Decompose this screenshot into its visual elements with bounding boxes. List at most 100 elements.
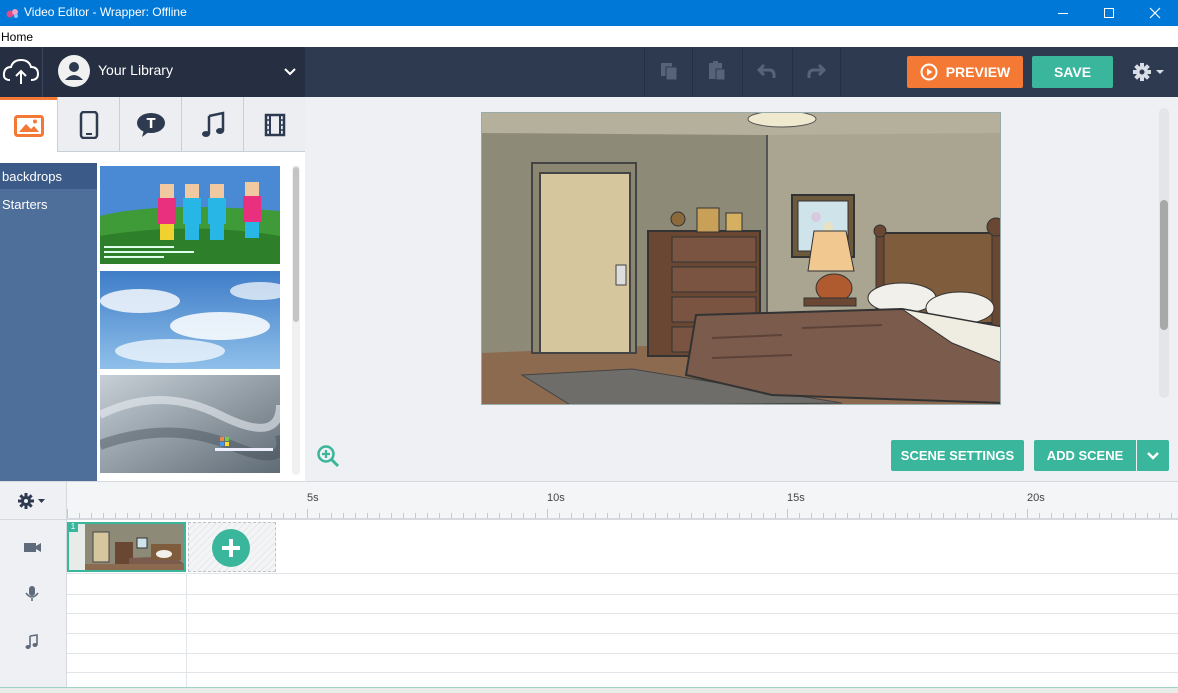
scene-thumbnail[interactable] [67,522,186,572]
ruler-tick [583,513,584,518]
timeline-ruler[interactable] [0,481,1178,520]
ruler-tick [775,513,776,518]
menu-bar: Home [0,26,1178,47]
ruler-tick [1051,513,1052,518]
tab-sound[interactable] [181,97,243,152]
ruler-tick [427,513,428,518]
category-starters[interactable]: Starters [0,191,97,217]
ruler-tick [199,513,200,518]
tab-text[interactable]: T [119,97,181,152]
category-backdrops[interactable]: backdrops [0,163,97,189]
copy-icon[interactable] [658,60,680,82]
ruler-tick [319,513,320,518]
ruler-tick [619,513,620,518]
ruler-tick [739,513,740,518]
ruler-tick [667,513,668,518]
gear-icon[interactable] [1129,60,1169,84]
scrollbar-thumb[interactable] [1160,200,1168,330]
ruler-tick [751,513,752,518]
chevron-down-icon[interactable] [282,63,298,79]
divider [840,47,841,97]
divider [742,47,743,97]
ruler-tick [139,513,140,518]
timeline-bottom-strip [0,687,1178,693]
backdrop-thumbnail[interactable] [100,271,280,369]
ruler-tick [571,513,572,518]
scene-settings-label: SCENE SETTINGS [900,448,1015,463]
add-scene-dropdown[interactable] [1137,440,1169,471]
tab-video[interactable] [243,97,305,152]
ruler-tick [235,513,236,518]
add-scene-button[interactable]: ADD SCENE [1034,440,1136,471]
save-button[interactable]: SAVE [1032,56,1113,88]
backdrop-thumbnail[interactable] [100,166,280,264]
maximize-icon [1104,8,1114,18]
add-scene-plus-button[interactable] [212,529,250,567]
ruler-tick [187,513,188,518]
ruler-tick [1135,513,1136,518]
ruler-tick [631,513,632,518]
menu-home[interactable]: Home [1,30,33,44]
ruler-tick [367,513,368,518]
ruler-label: 10s [547,492,565,504]
zoom-in-icon[interactable] [316,444,340,468]
ruler-tick [1027,509,1028,518]
ruler-tick [487,513,488,518]
ruler-tick [115,513,116,518]
add-scene-label: ADD SCENE [1046,448,1124,463]
ruler-tick [787,509,788,518]
app-icon [6,9,18,18]
phone-icon [79,110,98,139]
ruler-tick [547,509,548,518]
music-note-icon [201,110,224,137]
undo-icon[interactable] [756,60,778,82]
title-bar: Video Editor - Wrapper: Offline [0,0,1178,26]
ruler-tick [607,513,608,518]
ruler-tick [919,513,920,518]
tab-backgrounds[interactable] [0,97,57,152]
ruler-tick [1087,513,1088,518]
ruler-tick [871,513,872,518]
redo-icon[interactable] [805,60,827,82]
svg-text:T: T [146,117,155,132]
ruler-tick [91,513,92,518]
track-divider [67,672,1178,673]
paste-icon[interactable] [706,60,728,82]
minimize-button[interactable] [1040,0,1086,26]
film-icon [264,113,285,136]
ruler-tick [295,513,296,518]
ruler-label: 20s [1027,492,1045,504]
track-divider [67,573,1178,574]
ruler-tick [691,513,692,518]
ruler-tick [931,513,932,518]
ruler-tick [175,513,176,518]
music-note-icon [25,634,38,649]
ruler-tick [211,513,212,518]
maximize-button[interactable] [1086,0,1132,26]
tab-props[interactable] [57,97,119,152]
gear-icon[interactable] [15,490,47,512]
ruler-tick [463,513,464,518]
ruler-tick [1171,513,1172,518]
ruler-tick [415,513,416,518]
avatar[interactable] [58,55,90,87]
video-camera-icon [24,543,41,552]
scene-settings-button[interactable]: SCENE SETTINGS [891,440,1024,471]
ruler-tick [1147,513,1148,518]
close-button[interactable] [1132,0,1178,26]
ruler-tick [907,513,908,518]
play-circle-icon [920,63,938,81]
ruler-tick [247,513,248,518]
preview-button[interactable]: PREVIEW [907,56,1023,88]
ruler-tick [79,513,80,518]
library-label[interactable]: Your Library [98,62,173,78]
upload-button[interactable] [0,47,42,97]
ruler-tick [1159,513,1160,518]
scene-stage[interactable] [481,112,1001,405]
minimize-icon [1058,12,1068,14]
divider [42,47,43,97]
track-divider [67,633,1178,634]
scrollbar-thumb[interactable] [293,167,299,322]
backdrop-thumbnail[interactable] [100,375,280,473]
ruler-tick [643,513,644,518]
